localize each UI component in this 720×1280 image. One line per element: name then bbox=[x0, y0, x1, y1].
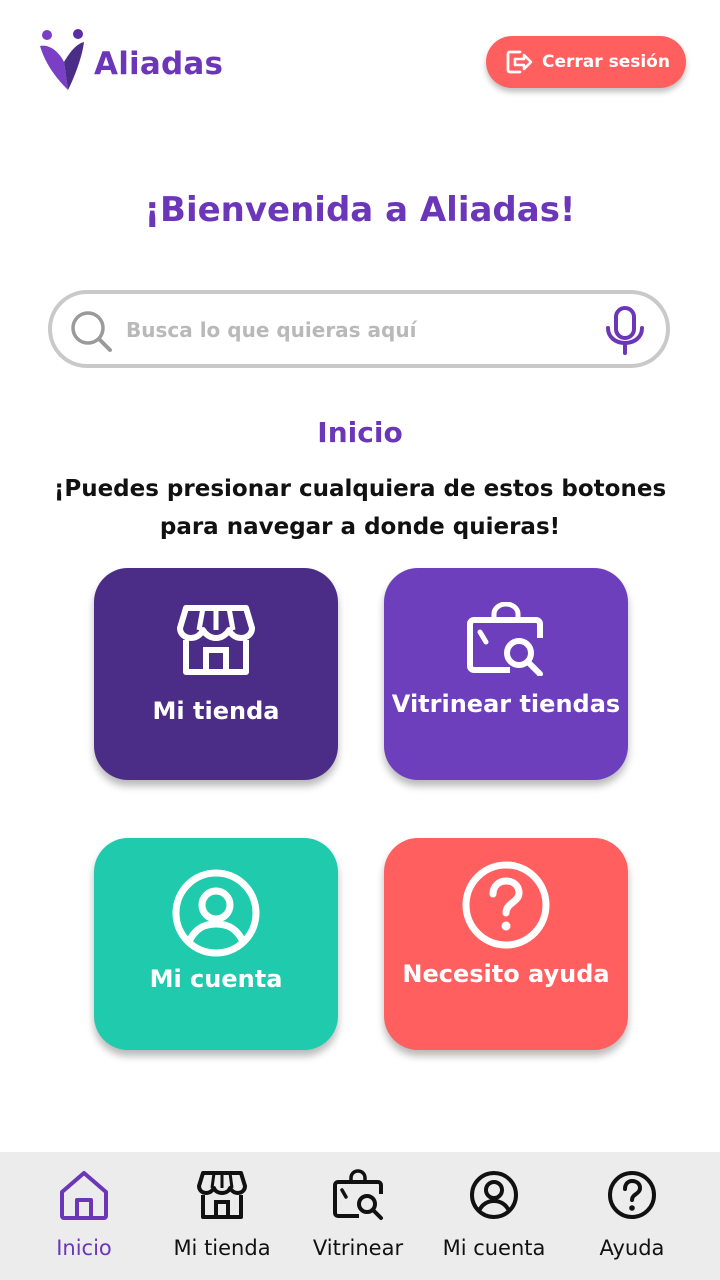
help-circle-icon bbox=[608, 1171, 656, 1219]
app-logo: Aliadas bbox=[38, 28, 223, 94]
nav-label-browse: Vitrinear bbox=[312, 1236, 404, 1260]
search-input[interactable] bbox=[126, 310, 586, 350]
section-title: Inicio bbox=[317, 416, 403, 449]
my-account-tile-label: Mi cuenta bbox=[149, 965, 283, 993]
nav-item-home[interactable]: Inicio bbox=[14, 1168, 154, 1268]
nav-item-my-account[interactable]: Mi cuenta bbox=[424, 1168, 564, 1268]
logout-icon bbox=[506, 50, 533, 74]
microphone-icon[interactable] bbox=[602, 304, 648, 356]
bottom-navigation: Inicio Mi tienda Vitrinear Mi cuenta Ayu… bbox=[0, 1152, 720, 1280]
nav-item-browse[interactable]: Vitrinear bbox=[288, 1168, 428, 1268]
store-icon bbox=[177, 605, 255, 675]
search-icon bbox=[71, 311, 112, 352]
home-icon bbox=[60, 1171, 108, 1220]
aliadas-logo-icon bbox=[40, 29, 84, 90]
browse-stores-tile[interactable]: Vitrinear tiendas bbox=[384, 568, 628, 780]
shopping-bag-search-icon bbox=[333, 1169, 383, 1220]
nav-label-my-account: Mi cuenta bbox=[442, 1236, 546, 1260]
store-icon bbox=[197, 1171, 247, 1219]
header: Aliadas Cerrar sesión bbox=[0, 0, 720, 130]
my-store-tile[interactable]: Mi tienda bbox=[94, 568, 338, 780]
nav-item-help[interactable]: Ayuda bbox=[562, 1168, 702, 1268]
logout-button-label: Cerrar sesión bbox=[542, 52, 670, 72]
user-circle-icon bbox=[470, 1171, 518, 1219]
help-circle-icon bbox=[462, 861, 550, 949]
search-bar bbox=[48, 290, 670, 368]
logout-button[interactable]: Cerrar sesión bbox=[486, 36, 686, 88]
nav-label-home: Inicio bbox=[56, 1236, 112, 1260]
need-help-tile-label: Necesito ayuda bbox=[402, 960, 610, 988]
my-store-tile-label: Mi tienda bbox=[152, 697, 280, 725]
user-circle-icon bbox=[172, 869, 260, 957]
nav-label-help: Ayuda bbox=[599, 1236, 665, 1260]
my-account-tile[interactable]: Mi cuenta bbox=[94, 838, 338, 1050]
app-name: Aliadas bbox=[94, 46, 224, 82]
nav-label-my-store: Mi tienda bbox=[173, 1236, 271, 1260]
need-help-tile[interactable]: Necesito ayuda bbox=[384, 838, 628, 1050]
nav-item-my-store[interactable]: Mi tienda bbox=[152, 1168, 292, 1268]
welcome-heading: ¡Bienvenida a Aliadas! bbox=[144, 190, 576, 230]
instructions-text: ¡Puedes presionar cualquiera de estos bo… bbox=[53, 476, 667, 540]
shopping-bag-search-icon bbox=[467, 602, 543, 676]
browse-stores-tile-label: Vitrinear tiendas bbox=[391, 690, 621, 718]
